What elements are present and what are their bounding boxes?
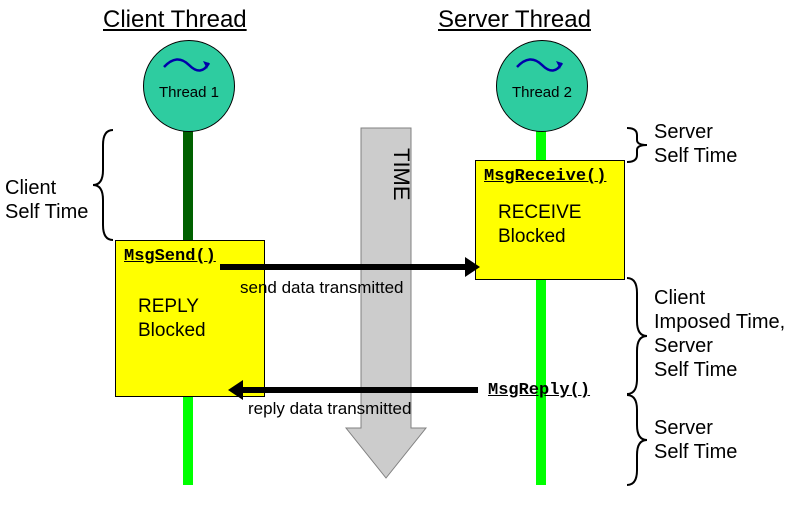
thread1-label: Thread 1 xyxy=(159,84,219,101)
wave-icon xyxy=(512,55,572,75)
client-state2: Blocked xyxy=(138,320,264,342)
brace-server-bottom xyxy=(627,395,652,485)
server-state1: RECEIVE xyxy=(498,202,624,224)
server-box: MsgReceive() RECEIVE Blocked xyxy=(475,160,625,280)
client-line-bottom-light xyxy=(183,395,193,485)
reply-arrow xyxy=(228,380,478,400)
brace-client-self xyxy=(85,130,115,240)
client-line-top xyxy=(183,125,193,240)
thread1-circle: Thread 1 xyxy=(143,40,235,132)
wave-icon xyxy=(159,55,219,75)
thread2-circle: Thread 2 xyxy=(496,40,588,132)
label-client-self: Client Self Time xyxy=(5,176,88,224)
label-client-imposed: Client Imposed Time, Server Self Time xyxy=(654,286,785,382)
reply-message: reply data transmitted xyxy=(248,399,411,419)
brace-client-imposed xyxy=(627,278,652,394)
thread2-label: Thread 2 xyxy=(512,84,572,101)
label-server-self-bottom: Server Self Time xyxy=(654,416,737,464)
msgreceive-api: MsgReceive() xyxy=(484,167,624,186)
msgreply-api: MsgReply() xyxy=(488,381,590,400)
svg-text:TIME: TIME xyxy=(389,148,414,201)
client-state1: REPLY xyxy=(138,296,264,318)
client-thread-title: Client Thread xyxy=(103,6,247,34)
send-arrow xyxy=(220,257,480,277)
server-thread-title: Server Thread xyxy=(438,6,591,34)
brace-server-top xyxy=(627,128,652,162)
send-message: send data transmitted xyxy=(240,278,403,298)
time-arrow: TIME xyxy=(346,128,426,483)
server-state2: Blocked xyxy=(498,226,624,248)
label-server-self-top: Server Self Time xyxy=(654,120,737,168)
